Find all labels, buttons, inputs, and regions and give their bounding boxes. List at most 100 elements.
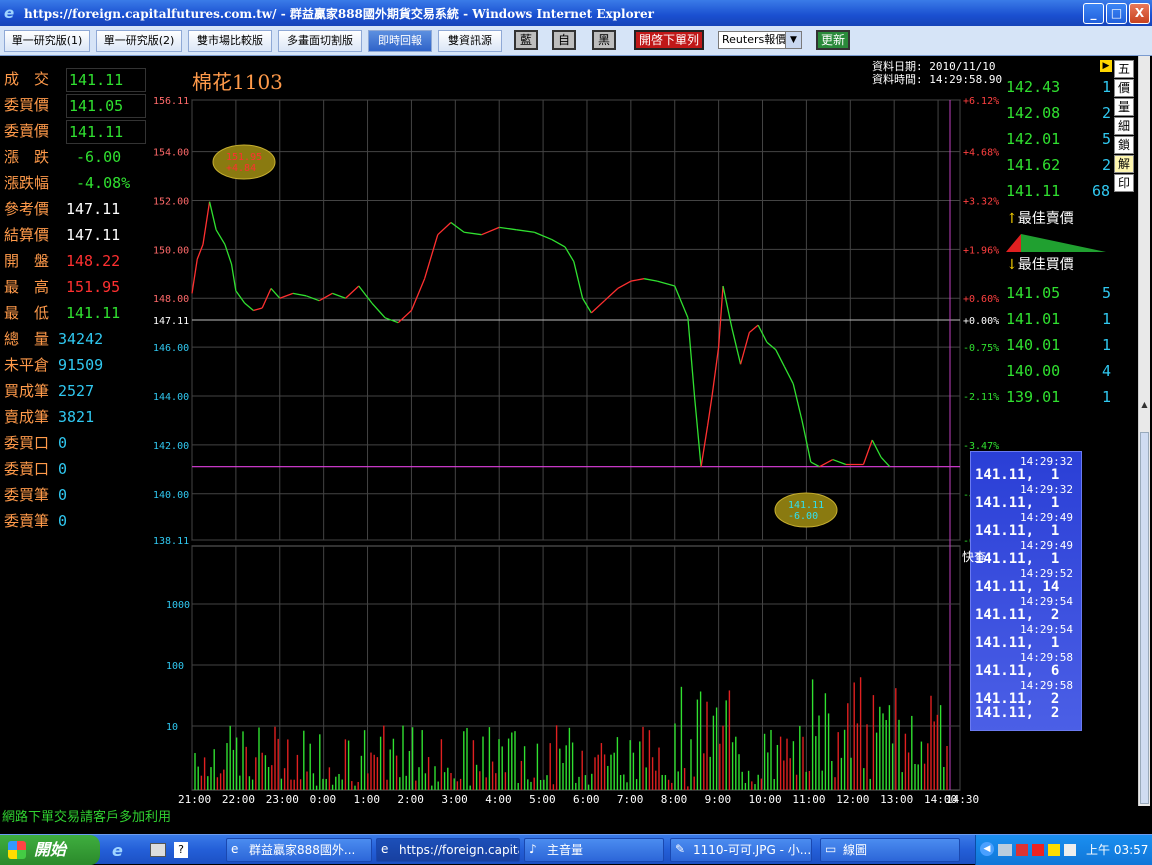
five-level-button[interactable]: 五 [1114, 60, 1134, 78]
quote-value: 91509 [58, 356, 104, 374]
volume-tick-label: 10 [166, 722, 178, 733]
price-segment [573, 261, 584, 299]
volume-tick-label: 1000 [166, 600, 190, 611]
flag-icon[interactable] [1048, 844, 1060, 856]
task-chart-folder[interactable]: ▭ 線圖 [820, 838, 960, 862]
tab-single-research-2[interactable]: 單一研究版(2) [96, 30, 182, 52]
minimize-button[interactable]: _ [1083, 3, 1104, 24]
task-master-volume[interactable]: ♪ 主音量 [524, 838, 664, 862]
x-tick-label: 6:00 [573, 793, 600, 806]
y-tick-label: 152.00 [153, 196, 189, 207]
antivirus-icon[interactable] [1032, 844, 1044, 856]
quicklaunch-ie-icon[interactable]: e [112, 841, 128, 860]
ask-price[interactable]: 142.08 [1006, 104, 1060, 122]
refresh-button[interactable]: 更新 [816, 30, 850, 50]
tick-value: 141.11, 1 [975, 467, 1060, 483]
theme-black-button[interactable]: 黑 [592, 30, 616, 50]
quote-label: 最 低 [4, 304, 50, 322]
tab-single-research-1[interactable]: 單一研究版(1) [4, 30, 90, 52]
ie-icon: e [381, 842, 389, 856]
price-segment [244, 302, 254, 311]
unlock-button[interactable]: 解 [1114, 155, 1134, 173]
volume-icon[interactable] [1064, 844, 1076, 856]
start-button[interactable]: 開始 [0, 835, 100, 865]
y-pct-tick-label: +0.60% [963, 294, 999, 305]
theme-blue-button[interactable]: 藍 [514, 30, 538, 50]
bid-price[interactable]: 139.01 [1006, 388, 1060, 406]
print-button[interactable]: 印 [1114, 174, 1134, 192]
quote-label: 委賣價 [4, 122, 50, 140]
side-arrow-icon[interactable]: ▶ [1100, 60, 1112, 72]
x-tick-label: 0:00 [310, 793, 337, 806]
tick-list[interactable]: 14:29:32 141.11, 1 14:29:32 141.11, 1 14:29:… [970, 451, 1082, 731]
quote-value: 147.11 [66, 226, 121, 244]
ask-qty: 68 [1092, 182, 1111, 200]
ask-price[interactable]: 141.62 [1006, 156, 1060, 174]
bid-price[interactable]: 140.00 [1006, 362, 1060, 380]
quote-value: 34242 [58, 330, 104, 348]
quicklaunch-desktop-icon[interactable] [150, 843, 166, 857]
tab-dual-source[interactable]: 雙資訊源 [438, 30, 502, 52]
price-segment [693, 395, 702, 467]
y-tick-label: 144.00 [153, 392, 189, 403]
tray-expand-icon[interactable]: ◀ [980, 842, 994, 856]
windows-logo-icon [8, 841, 26, 859]
main-toolbar: 單一研究版(1) 單一研究版(2) 雙市場比較版 多畫面切割版 即時回報 雙資訊… [0, 26, 1152, 56]
price-segment [700, 425, 709, 468]
bid-price[interactable]: 141.01 [1006, 310, 1060, 328]
scroll-up-icon[interactable]: ▲ [1139, 400, 1150, 412]
price-segment [224, 244, 233, 265]
ask-price[interactable]: 141.11 [1006, 182, 1060, 200]
tab-dual-market[interactable]: 雙市場比較版 [188, 30, 272, 52]
price-segment [739, 332, 750, 365]
close-button[interactable]: X [1129, 3, 1150, 24]
quote-value: -4.08% [76, 174, 131, 192]
bid-price[interactable]: 140.01 [1006, 336, 1060, 354]
quote-value: 0 [58, 460, 68, 478]
theme-custom-button[interactable]: 自 [552, 30, 576, 50]
quicklaunch-help-icon[interactable]: ? [174, 842, 188, 858]
task-ie-window[interactable]: e https://foreign.capita... [376, 838, 520, 862]
price-segment [630, 278, 645, 282]
bid-qty: 5 [1102, 284, 1112, 302]
task-trading-system[interactable]: e 群益贏家888國外... [226, 838, 372, 862]
lock-button[interactable]: 鎖 [1114, 136, 1134, 154]
quote-label: 成 交 [4, 70, 50, 88]
price-segment [819, 459, 834, 468]
price-segment [643, 278, 658, 282]
y-pct-tick-label: +1.96% [963, 245, 999, 256]
quote-label: 委買價 [4, 96, 50, 114]
tick-value: 141.11, 1 [975, 551, 1060, 567]
ask-qty: 2 [1102, 104, 1112, 122]
task-image-viewer[interactable]: ✎ 1110-可可.JPG - 小... [670, 838, 812, 862]
price-segment [707, 395, 713, 426]
quote-value: 3821 [58, 408, 95, 426]
ask-price[interactable]: 142.01 [1006, 130, 1060, 148]
security-icon[interactable] [1016, 844, 1028, 856]
y-pct-tick-label: +6.12% [963, 96, 999, 107]
open-order-bar-button[interactable]: 開啓下單列 [634, 30, 704, 50]
quote-source-select[interactable]: Reuters報價 ▼ [718, 31, 802, 49]
speaker-icon: ♪ [529, 842, 537, 856]
tab-realtime-report[interactable]: 即時回報 [368, 30, 432, 52]
detail-button[interactable]: 細 [1114, 117, 1134, 135]
price-segment [345, 285, 360, 299]
fast-check-button[interactable]: 快查 [962, 548, 986, 565]
vertical-scrollbar[interactable]: ▲ [1138, 56, 1150, 806]
price-segment [437, 221, 452, 236]
tab-multi-screen[interactable]: 多畫面切割版 [278, 30, 362, 52]
price-button[interactable]: 價 [1114, 79, 1134, 97]
scroll-thumb[interactable] [1140, 432, 1149, 804]
maximize-button[interactable]: □ [1106, 3, 1127, 24]
price-segment [230, 263, 237, 292]
volume-button[interactable]: 量 [1114, 98, 1134, 116]
network-icon[interactable] [998, 844, 1012, 856]
data-date: 2010/11/10 [929, 60, 996, 73]
trading-panel: 21:00 22:00 23:00 0:00 1:00 2:00 3:00 4:00 5:00 6… [0, 56, 1152, 808]
ask-price[interactable]: 142.43 [1006, 78, 1060, 96]
price-segment [499, 226, 517, 231]
x-tick-label: 23:00 [266, 793, 299, 806]
quote-value: 141.05 [66, 94, 146, 118]
bid-price[interactable]: 141.05 [1006, 284, 1060, 302]
price-segment [711, 347, 720, 397]
